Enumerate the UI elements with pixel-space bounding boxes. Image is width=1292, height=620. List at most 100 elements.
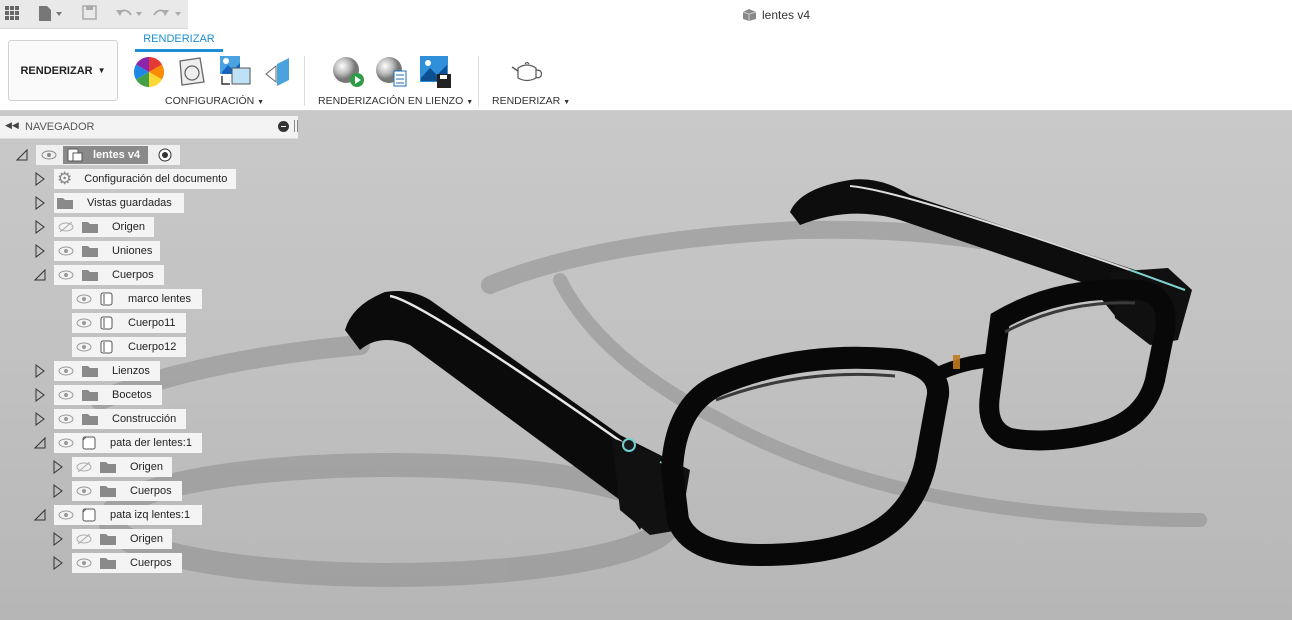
- eye-icon[interactable]: [58, 414, 74, 424]
- expanded-triangle-icon[interactable]: [34, 508, 46, 522]
- workspace-switcher[interactable]: RENDERIZAR ▼: [8, 40, 118, 101]
- document-title-text: lentes v4: [762, 8, 811, 22]
- decal-icon[interactable]: [263, 56, 293, 88]
- appearance-icon[interactable]: [133, 56, 165, 88]
- eye-icon[interactable]: [58, 390, 74, 400]
- chevron-down-icon: ▼: [97, 66, 106, 75]
- tree-pill[interactable]: Cuerpo12: [72, 337, 186, 357]
- app-grid-icon[interactable]: [5, 6, 19, 24]
- group-configuracion[interactable]: CONFIGURACIÓN ▼: [165, 95, 264, 107]
- tree-pill[interactable]: Uniones: [54, 241, 160, 261]
- tree-label: Origen: [112, 221, 146, 233]
- folder-icon: [100, 558, 116, 569]
- document-component-icon: [67, 148, 83, 162]
- eye-hidden-icon[interactable]: [76, 534, 92, 544]
- navigator-title: NAVEGADOR: [25, 121, 95, 133]
- eye-icon[interactable]: [58, 270, 74, 280]
- root-label: lentes v4: [93, 149, 141, 161]
- tree-pill[interactable]: Cuerpos: [54, 265, 164, 285]
- minimize-panel-icon[interactable]: [278, 121, 289, 132]
- tree-label: Lienzos: [112, 365, 150, 377]
- folder-icon: [82, 222, 98, 233]
- folder-icon: [57, 198, 73, 209]
- tree-pill[interactable]: Cuerpo11: [72, 313, 186, 333]
- eye-icon[interactable]: [76, 486, 92, 496]
- folder-icon: [100, 486, 116, 497]
- eye-icon[interactable]: [58, 510, 74, 520]
- capture-image-icon[interactable]: [418, 54, 454, 90]
- eye-icon[interactable]: [41, 150, 57, 160]
- collapsed-triangle-icon[interactable]: [52, 556, 64, 570]
- scene-settings-icon[interactable]: [176, 56, 208, 88]
- tree-pill[interactable]: Vistas guardadas: [54, 193, 184, 213]
- body-icon: [100, 340, 113, 354]
- collapsed-triangle-icon[interactable]: [34, 220, 46, 234]
- eye-icon[interactable]: [58, 366, 74, 376]
- collapsed-triangle-icon[interactable]: [34, 388, 46, 402]
- tree-pill[interactable]: Lienzos: [54, 361, 160, 381]
- collapsed-triangle-icon[interactable]: [34, 172, 46, 186]
- body-icon: [100, 316, 113, 330]
- active-tab-indicator: [135, 49, 223, 52]
- collapsed-triangle-icon[interactable]: [34, 196, 46, 210]
- folder-icon: [100, 462, 116, 473]
- tree-label: Construcción: [112, 413, 177, 425]
- component-icon: [742, 9, 757, 21]
- tree-pill[interactable]: Bocetos: [54, 385, 162, 405]
- redo-icon[interactable]: [152, 5, 184, 23]
- tree-label: Cuerpo12: [128, 341, 177, 353]
- tree-pill[interactable]: Origen: [72, 529, 172, 549]
- collapse-panel-icon[interactable]: ◀◀: [5, 120, 19, 131]
- collapsed-triangle-icon[interactable]: [34, 244, 46, 258]
- folder-icon: [82, 414, 98, 425]
- panel-drag-handle-icon[interactable]: [294, 120, 298, 132]
- tree-pill[interactable]: pata izq lentes:1: [54, 505, 202, 525]
- navigator-header[interactable]: ◀◀ NAVEGADOR: [0, 116, 298, 139]
- collapsed-triangle-icon[interactable]: [34, 412, 46, 426]
- tree-pill[interactable]: Cuerpos: [72, 553, 182, 573]
- collapsed-triangle-icon[interactable]: [52, 460, 64, 474]
- undo-icon[interactable]: [114, 5, 144, 23]
- activate-radio-icon[interactable]: [158, 148, 172, 162]
- tree-pill[interactable]: marco lentes: [72, 289, 202, 309]
- collapsed-triangle-icon[interactable]: [52, 484, 64, 498]
- eye-hidden-icon[interactable]: [58, 222, 74, 232]
- eye-icon[interactable]: [58, 438, 74, 448]
- start-render-icon[interactable]: [331, 54, 367, 90]
- render-settings-icon[interactable]: [374, 54, 410, 90]
- save-icon[interactable]: [82, 5, 98, 23]
- eye-icon[interactable]: [76, 294, 92, 304]
- group-renderizar[interactable]: RENDERIZAR ▼: [492, 95, 570, 107]
- tree-label: Bocetos: [112, 389, 152, 401]
- tab-renderizar[interactable]: RENDERIZAR: [135, 33, 223, 45]
- eye-icon[interactable]: [76, 558, 92, 568]
- expanded-triangle-icon[interactable]: [16, 148, 28, 162]
- file-menu-icon[interactable]: [38, 5, 64, 23]
- tree-pill[interactable]: Construcción: [54, 409, 186, 429]
- document-title: lentes v4: [742, 8, 810, 22]
- ribbon-separator: [304, 56, 305, 106]
- expanded-triangle-icon[interactable]: [34, 436, 46, 450]
- folder-icon: [82, 246, 98, 257]
- collapsed-triangle-icon[interactable]: [52, 532, 64, 546]
- tree-label: pata der lentes:1: [110, 437, 192, 449]
- texture-map-icon[interactable]: [218, 54, 252, 88]
- teapot-render-icon[interactable]: [510, 58, 546, 86]
- expanded-triangle-icon[interactable]: [34, 268, 46, 282]
- eye-icon[interactable]: [76, 318, 92, 328]
- group-label: CONFIGURACIÓN: [165, 95, 255, 107]
- tree-pill[interactable]: pata der lentes:1: [54, 433, 202, 453]
- collapsed-triangle-icon[interactable]: [34, 364, 46, 378]
- group-renderizacion-en-lienzo[interactable]: RENDERIZACIÓN EN LIENZO ▼: [318, 95, 473, 107]
- tree-pill[interactable]: Cuerpos: [72, 481, 182, 501]
- tree-label: Origen: [130, 533, 164, 545]
- tree-pill[interactable]: ⚙ Configuración del documento: [54, 169, 236, 189]
- tree-pill[interactable]: Origen: [54, 217, 154, 237]
- eye-hidden-icon[interactable]: [76, 462, 92, 472]
- tree-label: pata izq lentes:1: [110, 509, 191, 521]
- tree-pill[interactable]: Origen: [72, 457, 172, 477]
- ribbon-toolbar: RENDERIZAR ▼ RENDERIZAR CONFIGURACIÓN ▼: [0, 30, 1292, 111]
- group-label: RENDERIZAR: [492, 95, 561, 107]
- eye-icon[interactable]: [58, 246, 74, 256]
- eye-icon[interactable]: [76, 342, 92, 352]
